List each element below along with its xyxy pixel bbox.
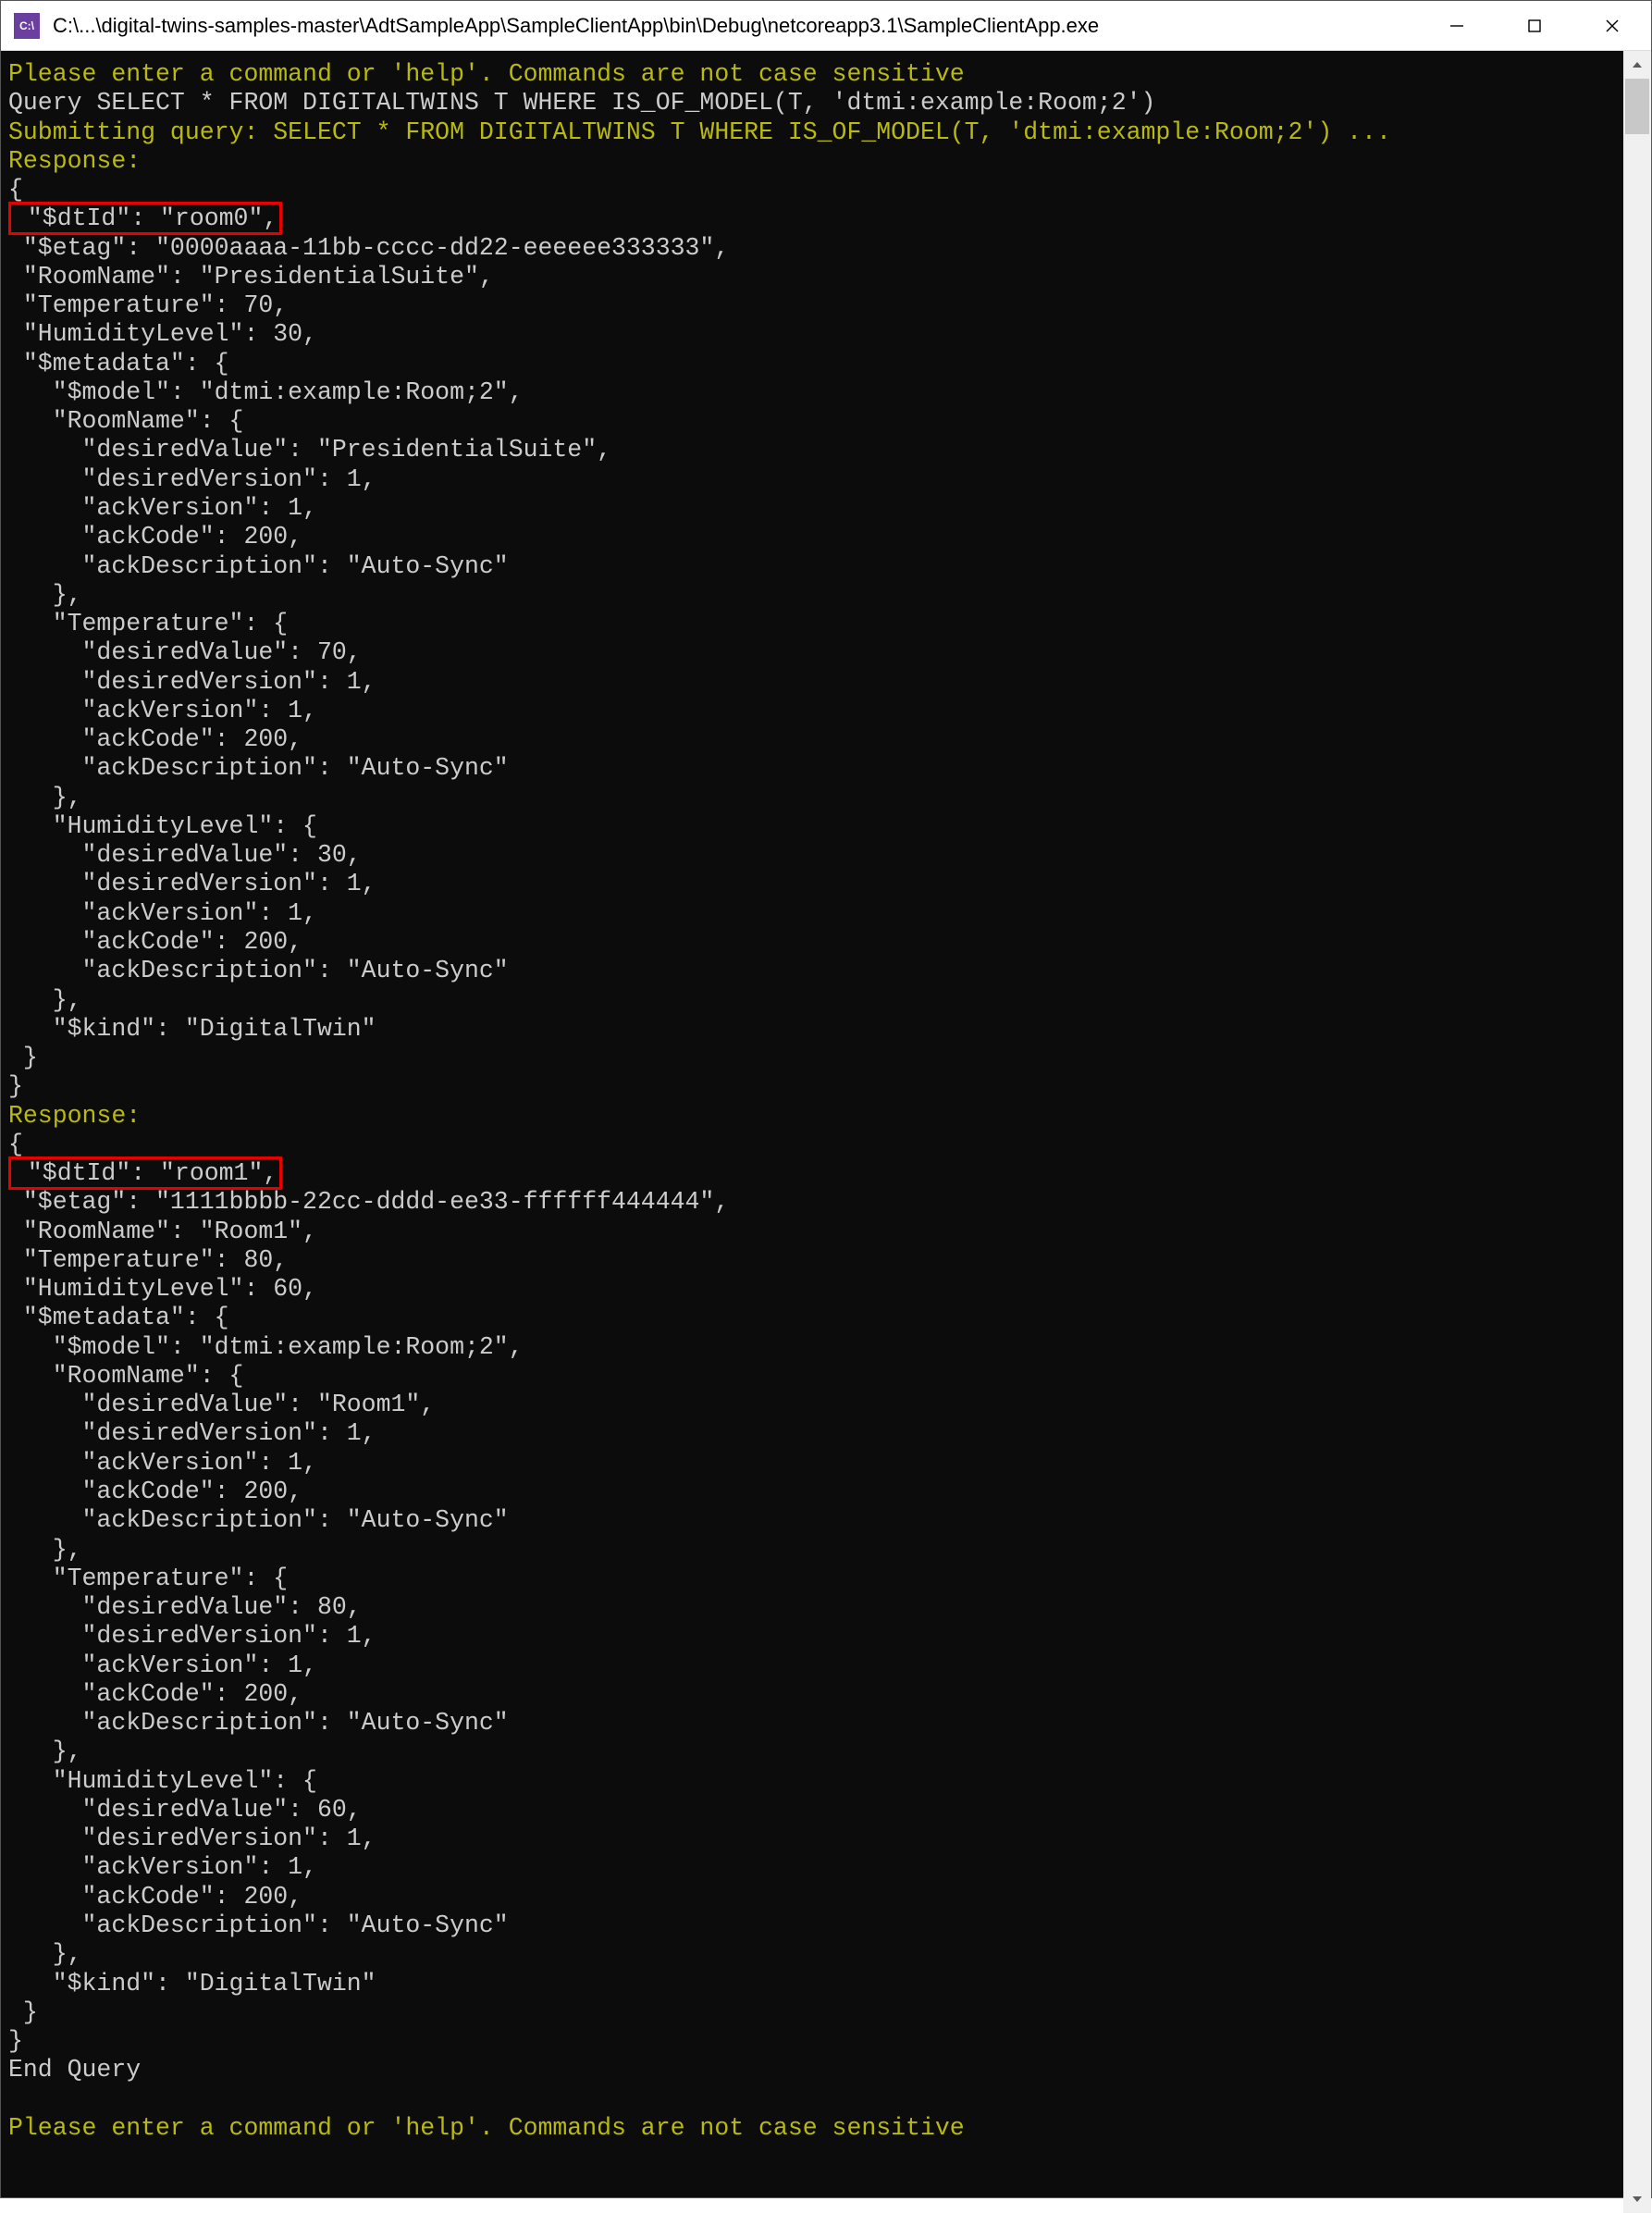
json-line: "RoomName": { (8, 407, 243, 435)
window-title: C:\...\digital-twins-samples-master\AdtS… (53, 14, 1418, 38)
json-line: "ackVersion": 1, (8, 1651, 317, 1679)
response-label: Response: (8, 147, 141, 175)
json-line: "ackCode": 200, (8, 725, 302, 753)
json-line: "ackCode": 200, (8, 1478, 302, 1505)
json-line: "Temperature": 70, (8, 291, 288, 319)
json-line: "ackVersion": 1, (8, 1853, 317, 1881)
json-line: "ackDescription": "Auto-Sync" (8, 1506, 509, 1534)
prompt-line: Please enter a command or 'help'. Comman… (8, 60, 965, 88)
json-line: "ackDescription": "Auto-Sync" (8, 552, 509, 580)
json-line: "Temperature": { (8, 1565, 288, 1592)
json-line: "ackCode": 200, (8, 523, 302, 550)
json-line: "desiredValue": "Room1", (8, 1391, 435, 1418)
json-line: "HumidityLevel": 60, (8, 1275, 317, 1303)
json-line: "$etag": "0000aaaa-11bb-cccc-dd22-eeeeee… (8, 234, 729, 262)
json-line: "ackDescription": "Auto-Sync" (8, 1709, 509, 1737)
json-line: "HumidityLevel": { (8, 1767, 317, 1795)
json-line: "ackCode": 200, (8, 1883, 302, 1911)
json-line: "$kind": "DigitalTwin" (8, 1970, 376, 1998)
close-button[interactable] (1573, 1, 1651, 50)
dtid-highlight-room1: "$dtId": "room1", (8, 1156, 282, 1190)
json-brace: { (8, 1131, 23, 1158)
console-output[interactable]: Please enter a command or 'help'. Comman… (1, 51, 1651, 2197)
response-label: Response: (8, 1102, 141, 1130)
json-line: "RoomName": "Room1", (8, 1218, 317, 1245)
json-line: "ackVersion": 1, (8, 697, 317, 724)
json-line: "ackDescription": "Auto-Sync" (8, 957, 509, 984)
json-brace: { (8, 176, 23, 204)
json-line: "ackVersion": 1, (8, 899, 317, 927)
scrollbar-thumb[interactable] (1625, 79, 1649, 134)
scroll-up-arrow-icon[interactable] (1623, 51, 1651, 79)
json-line: }, (8, 581, 82, 609)
json-line: "ackVersion": 1, (8, 494, 317, 522)
app-window: C:\ C:\...\digital-twins-samples-master\… (0, 0, 1652, 2198)
query-echo: Query SELECT * FROM DIGITALTWINS T WHERE… (8, 89, 1155, 117)
json-line: "desiredVersion": 1, (8, 870, 376, 897)
json-line: "HumidityLevel": { (8, 812, 317, 840)
prompt-line: Please enter a command or 'help'. Comman… (8, 2114, 965, 2142)
json-line: "ackCode": 200, (8, 1680, 302, 1708)
json-line: }, (8, 784, 82, 811)
json-brace: } (8, 1072, 23, 1100)
json-line: "ackCode": 200, (8, 928, 302, 956)
json-line: }, (8, 1738, 82, 1765)
json-line: } (8, 1998, 38, 2026)
json-line: "$metadata": { (8, 350, 229, 377)
scroll-down-arrow-icon[interactable] (1623, 2185, 1651, 2213)
json-line: "$etag": "1111bbbb-22cc-dddd-ee33-ffffff… (8, 1188, 729, 1216)
end-query: End Query (8, 2056, 141, 2084)
json-line: "RoomName": { (8, 1362, 243, 1390)
json-line: }, (8, 1536, 82, 1564)
json-line: "desiredValue": 70, (8, 638, 362, 666)
json-line: "desiredVersion": 1, (8, 1824, 376, 1852)
minimize-button[interactable] (1418, 1, 1496, 50)
json-line: "desiredVersion": 1, (8, 1622, 376, 1650)
json-line: }, (8, 986, 82, 1014)
submitting-line: Submitting query: SELECT * FROM DIGITALT… (8, 118, 1391, 146)
json-line: } (8, 1044, 38, 1071)
json-line: "$model": "dtmi:example:Room;2", (8, 378, 524, 406)
console-app-icon: C:\ (14, 13, 40, 39)
json-line: "RoomName": "PresidentialSuite", (8, 263, 494, 291)
maximize-button[interactable] (1496, 1, 1573, 50)
json-line: }, (8, 1940, 82, 1968)
dtid-highlight-room0: "$dtId": "room0", (8, 202, 282, 235)
json-line: "$kind": "DigitalTwin" (8, 1015, 376, 1043)
vertical-scrollbar[interactable] (1623, 51, 1651, 2213)
json-line: "desiredVersion": 1, (8, 668, 376, 696)
json-brace: } (8, 2027, 23, 2055)
json-line: "desiredValue": 60, (8, 1796, 362, 1824)
json-line: "desiredValue": "PresidentialSuite", (8, 436, 611, 464)
json-line: "HumidityLevel": 30, (8, 320, 317, 348)
json-line: "desiredVersion": 1, (8, 1419, 376, 1447)
json-line: "Temperature": { (8, 610, 288, 637)
json-line: "ackVersion": 1, (8, 1449, 317, 1477)
json-line: "ackDescription": "Auto-Sync" (8, 754, 509, 782)
window-controls (1418, 1, 1651, 50)
json-line: "desiredVersion": 1, (8, 465, 376, 493)
json-line: "desiredValue": 30, (8, 841, 362, 869)
json-line: "ackDescription": "Auto-Sync" (8, 1911, 509, 1939)
json-line: "Temperature": 80, (8, 1246, 288, 1274)
json-line: "desiredValue": 80, (8, 1593, 362, 1621)
json-line: "$metadata": { (8, 1304, 229, 1331)
titlebar[interactable]: C:\ C:\...\digital-twins-samples-master\… (1, 1, 1651, 51)
json-line: "$model": "dtmi:example:Room;2", (8, 1333, 524, 1361)
